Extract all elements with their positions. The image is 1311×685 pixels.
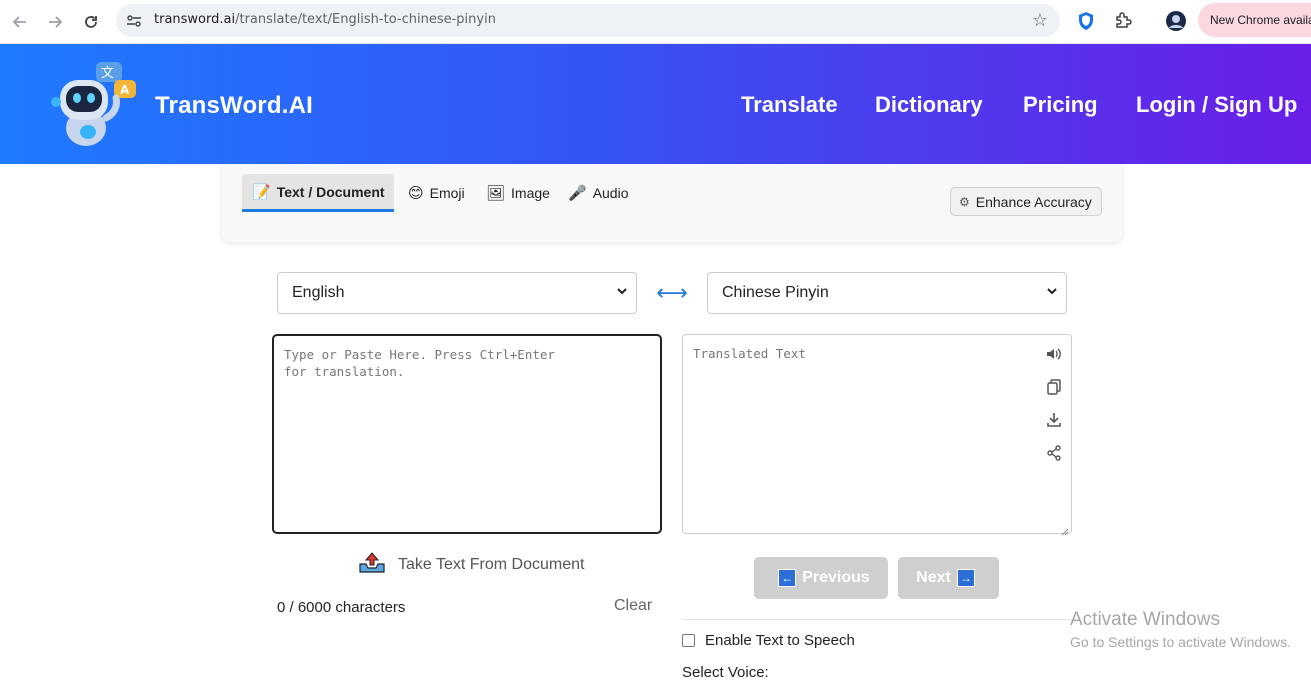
microphone-icon: 🎤 [568,185,587,202]
upload-tray-icon [358,551,386,579]
site-info-icon[interactable] [124,11,144,31]
left-arrow-icon: ← [778,569,797,587]
enhance-label: Enhance Accuracy [975,193,1092,210]
take-text-label: Take Text From Document [398,556,585,573]
brand-name[interactable]: TransWord.AI [155,92,313,120]
tab-label: Text / Document [276,183,385,200]
previous-label: Previous [802,569,870,586]
tab-label: Emoji [429,185,465,201]
download-icon[interactable] [1043,409,1065,431]
clear-button[interactable]: Clear [614,597,652,615]
address-bar[interactable]: transword.ai/translate/text/English-to-c… [116,4,1060,37]
enable-tts-label: Enable Text to Speech [705,632,855,649]
memo-icon: 📝 [252,183,271,201]
enhance-accuracy-button[interactable]: ⚙ Enhance Accuracy [950,187,1102,216]
back-icon[interactable] [6,8,34,36]
browser-toolbar: transword.ai/translate/text/English-to-c… [0,0,1311,44]
url-text: transword.ai/translate/text/English-to-c… [154,12,496,27]
forward-icon[interactable] [41,8,69,36]
svg-text:文: 文 [101,66,114,81]
gear-icon: ⚙ [959,194,970,209]
svg-text:A: A [120,83,130,97]
source-text-input[interactable]: Type or Paste Here. Press Ctrl+Enter for… [272,334,662,534]
tab-label: Audio [592,185,629,201]
activate-windows-title: Activate Windows [1070,609,1220,630]
source-language-value: English [292,284,345,301]
source-placeholder: Type or Paste Here. Press Ctrl+Enter for… [284,347,555,379]
picture-icon: 🖼 [486,185,506,202]
chevron-down-icon [616,285,628,300]
translated-text-output[interactable]: Translated Text [682,334,1072,536]
target-language-select[interactable]: Chinese Pinyin [707,272,1067,314]
profile-avatar-icon[interactable] [1163,8,1189,34]
next-label: Next [916,569,951,586]
tab-text-document[interactable]: 📝 Text / Document [242,174,394,212]
robot-logo-icon[interactable]: 文 A [48,58,142,152]
tab-audio[interactable]: 🎤 Audio [568,174,629,212]
share-icon[interactable] [1043,442,1065,464]
take-text-from-document-button[interactable]: Take Text From Document [358,551,584,579]
right-arrow-icon: → [956,569,975,587]
nav-dictionary[interactable]: Dictionary [875,92,983,118]
nav-pricing[interactable]: Pricing [1023,92,1098,118]
tab-emoji[interactable]: 😊 Emoji [408,174,465,212]
swap-languages-icon[interactable]: ⟷ [656,280,688,306]
nav-login-signup[interactable]: Login / Sign Up [1136,92,1297,118]
character-count: 0 / 6000 characters [277,599,406,616]
copy-icon[interactable] [1043,376,1065,398]
nav-translate[interactable]: Translate [741,92,838,118]
enable-tts-row[interactable]: Enable Text to Speech [682,632,855,649]
extensions-puzzle-icon[interactable] [1110,8,1136,34]
tab-label: Image [511,185,550,201]
chevron-down-icon [1046,285,1058,300]
target-placeholder: Translated Text [693,346,806,361]
new-chrome-available-button[interactable]: New Chrome available [1198,3,1311,37]
mode-tabs-card: 📝 Text / Document 😊 Emoji 🖼 Image 🎤 Audio ⚙ E… [222,164,1122,242]
shield-extension-icon[interactable] [1073,8,1099,34]
enable-tts-checkbox[interactable] [682,634,695,647]
previous-button[interactable]: ← Previous [754,557,888,599]
divider [682,619,1072,620]
target-language-value: Chinese Pinyin [722,284,829,301]
speaker-icon[interactable] [1043,343,1065,365]
bookmark-star-icon[interactable]: ☆ [1032,10,1048,31]
next-button[interactable]: Next → [898,557,999,599]
select-voice-label: Select Voice: [682,664,769,681]
reload-icon[interactable] [77,8,105,36]
source-language-select[interactable]: English [277,272,637,314]
smiley-icon: 😊 [408,185,424,202]
tab-image[interactable]: 🖼 Image [486,174,550,212]
activate-windows-subtitle: Go to Settings to activate Windows. [1070,634,1291,650]
resize-handle-icon[interactable] [1061,523,1069,536]
site-header: 文 A TransWord.AI Translate Dictionary Pr… [0,44,1311,164]
